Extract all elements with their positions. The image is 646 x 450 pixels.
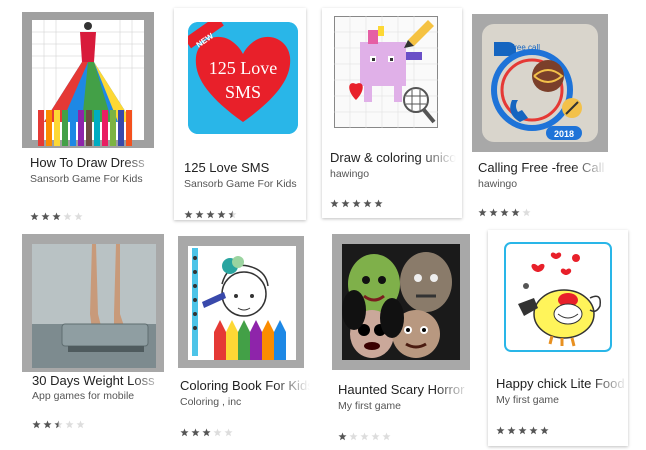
app-card[interactable]: Happy chick Lite Food My first game	[488, 230, 628, 446]
star-icon	[180, 428, 189, 437]
star-icon	[511, 208, 520, 217]
app-card[interactable]: free call 2018 Calling Free -free Call h…	[470, 10, 620, 222]
app-developer[interactable]: Coloring , inc	[180, 396, 310, 408]
star-icon	[224, 428, 233, 437]
star-icon	[382, 432, 391, 441]
star-icon	[349, 432, 358, 441]
app-developer[interactable]: My first game	[496, 394, 628, 406]
star-icon	[217, 210, 226, 219]
rating-stars	[32, 420, 85, 430]
app-developer[interactable]: Sansorb Game For Kids	[30, 173, 158, 185]
star-icon	[213, 428, 222, 437]
star-icon	[63, 212, 72, 220]
app-title[interactable]: Happy chick Lite Food	[496, 376, 628, 391]
app-title[interactable]: Calling Free -free Call	[478, 160, 608, 175]
star-icon	[529, 426, 538, 435]
star-icon	[206, 210, 215, 219]
app-title[interactable]: Draw & coloring unicorn	[330, 150, 456, 165]
star-icon	[54, 420, 63, 429]
rating-stars	[478, 208, 531, 218]
star-icon	[518, 426, 527, 435]
star-icon	[540, 426, 549, 435]
dress-drawing-icon[interactable]	[22, 12, 154, 148]
star-icon	[352, 199, 361, 208]
star-icon	[195, 210, 204, 219]
star-icon	[228, 210, 237, 219]
star-icon	[30, 212, 39, 220]
star-icon	[374, 199, 383, 208]
star-icon	[489, 208, 498, 217]
app-developer[interactable]: App games for mobile	[32, 390, 166, 402]
app-card[interactable]: Draw & coloring unicorn hawingo	[322, 8, 462, 218]
free-call-icon[interactable]: free call 2018	[472, 14, 608, 152]
coloring-book-icon[interactable]	[178, 236, 304, 368]
app-title[interactable]: Haunted Scary Horror	[338, 382, 470, 397]
star-icon	[65, 420, 74, 429]
rating-stars	[30, 212, 83, 220]
app-developer[interactable]: hawingo	[330, 168, 456, 180]
rating-stars	[330, 199, 383, 209]
app-title[interactable]: How To Draw Dress	[30, 155, 158, 170]
star-icon	[202, 428, 211, 437]
svg-text:125 Love: 125 Love	[209, 58, 277, 78]
app-card[interactable]: NEW 125 Love SMS 125 Love SMS Sansorb Ga…	[174, 8, 306, 220]
svg-text:2018: 2018	[554, 129, 574, 139]
star-icon	[363, 199, 372, 208]
star-icon	[32, 420, 41, 429]
star-icon	[330, 199, 339, 208]
star-icon	[184, 210, 193, 219]
app-card[interactable]: How To Draw Dress Sansorb Game For Kids	[18, 8, 158, 220]
star-icon	[41, 212, 50, 220]
rating-stars	[338, 432, 391, 442]
happy-chick-icon[interactable]	[504, 242, 612, 352]
star-icon	[76, 420, 85, 429]
star-icon	[43, 420, 52, 429]
app-title[interactable]: Coloring Book For Kids	[180, 378, 310, 393]
svg-text:SMS: SMS	[225, 82, 261, 102]
star-icon	[360, 432, 369, 441]
app-developer[interactable]: My first game	[338, 400, 470, 412]
star-icon	[52, 212, 61, 220]
unicorn-coloring-icon[interactable]	[334, 16, 438, 128]
app-card[interactable]: Coloring Book For Kids Coloring , inc	[170, 230, 310, 446]
star-icon	[74, 212, 83, 220]
app-card[interactable]: 30 Days Weight Loss App games for mobile	[18, 228, 166, 446]
weight-scale-icon[interactable]	[22, 234, 164, 372]
app-title[interactable]: 30 Days Weight Loss	[32, 373, 166, 388]
star-icon	[338, 432, 347, 441]
rating-stars	[496, 426, 549, 436]
star-icon	[191, 428, 200, 437]
app-developer[interactable]: Sansorb Game For Kids	[184, 178, 306, 190]
star-icon	[371, 432, 380, 441]
scary-faces-icon[interactable]	[332, 234, 470, 370]
love-sms-icon[interactable]: NEW 125 Love SMS	[188, 22, 298, 134]
star-icon	[522, 208, 531, 217]
app-title[interactable]: 125 Love SMS	[184, 160, 306, 175]
app-developer[interactable]: hawingo	[478, 178, 608, 190]
star-icon	[478, 208, 487, 217]
app-card[interactable]: Haunted Scary Horror My first game	[318, 232, 470, 446]
star-icon	[496, 426, 505, 435]
rating-stars	[180, 428, 233, 438]
star-icon	[500, 208, 509, 217]
star-icon	[507, 426, 516, 435]
rating-stars	[184, 210, 237, 220]
star-icon	[341, 199, 350, 208]
